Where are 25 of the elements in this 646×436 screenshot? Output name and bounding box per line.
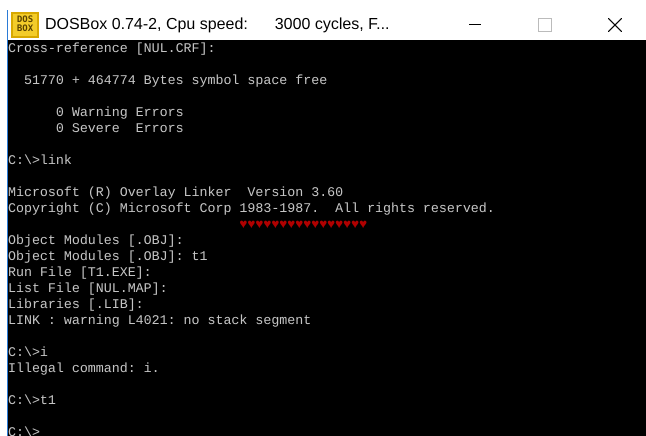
console-line: C:\>t1 (8, 393, 56, 408)
console-line: Run File [T1.EXE]: (8, 265, 152, 280)
console-line: 0 Warning Errors (54, 105, 184, 120)
console-line: 51770 + 464774 Bytes symbol space free (22, 73, 328, 88)
console-line: Libraries [.LIB]: (8, 297, 144, 312)
console-line: C:\>i (8, 345, 48, 360)
console-line: LINK : warning L4021: no stack segment (8, 313, 312, 328)
window-title: DOSBox 0.74-2, Cpu speed: (45, 15, 248, 35)
heart-characters: ♥♥♥♥♥♥♥♥♥♥♥♥♥♥♥♥ (238, 217, 368, 232)
logo-text: DOS (16, 16, 34, 25)
console-line: Illegal command: i. (8, 361, 160, 376)
console-line: Cross-reference [NUL.CRF]: (8, 41, 216, 56)
console-line: Copyright (C) Microsoft Corp 1983-1987. All rights reserved. (8, 201, 495, 216)
console-line: C:\>link (8, 153, 72, 168)
logo-text: BOX (16, 25, 34, 34)
console-line: Object Modules [.OBJ]: (8, 233, 184, 248)
console-line: C:\> (8, 425, 40, 436)
console-line: List File [NUL.MAP]: (8, 281, 168, 296)
maximize-icon (538, 18, 552, 32)
close-icon (608, 18, 622, 32)
cpu-speed-status: 3000 cycles, F... (274, 15, 390, 35)
console-line: Microsoft (R) Overlay Linker Version 3.60 (8, 185, 344, 200)
console-line: Object Modules [.OBJ]: t1 (8, 249, 208, 264)
console-line: 0 Severe Errors (54, 121, 184, 136)
minimize-icon (469, 24, 481, 26)
